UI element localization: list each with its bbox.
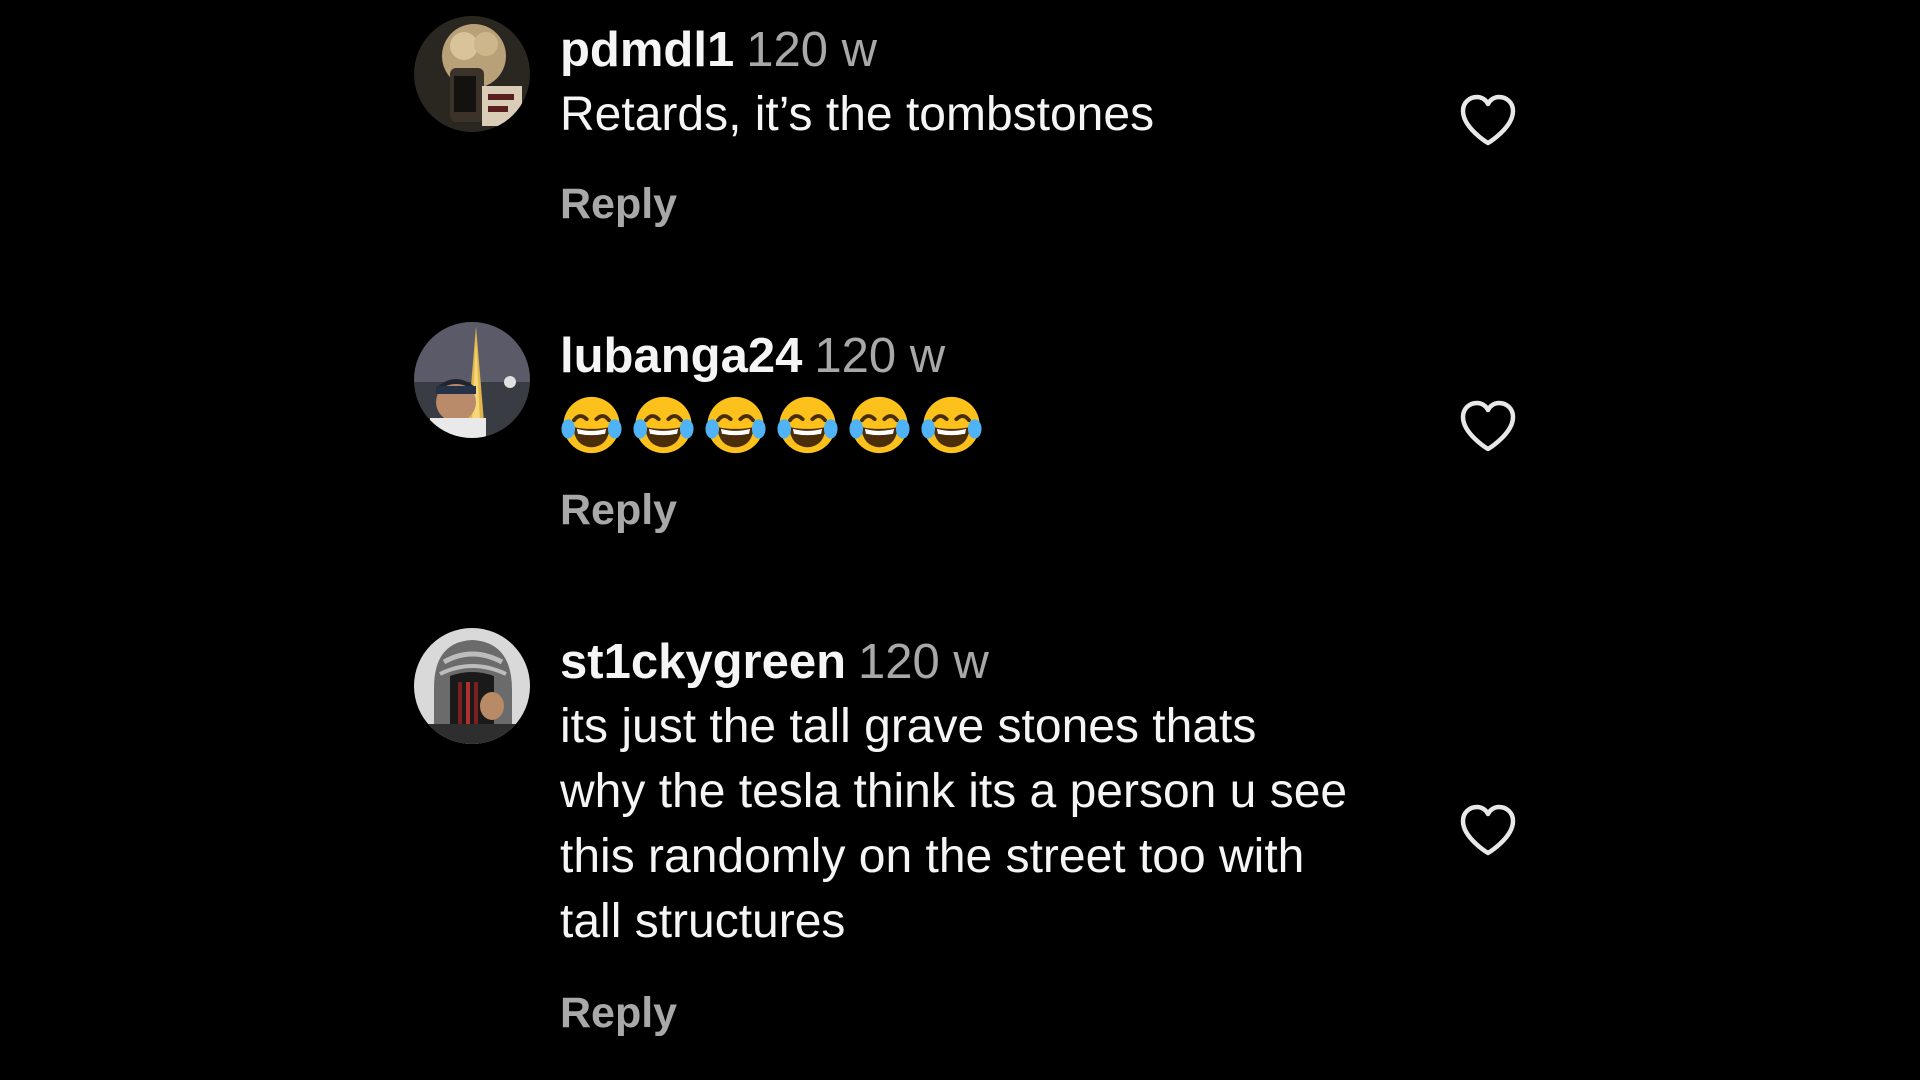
timestamp: 120 w [858, 635, 989, 689]
comment-text: Retards, it’s the tombstones [560, 88, 1155, 141]
comment-header: lubanga24 120 w [560, 328, 1440, 384]
face-with-tears-of-joy-icon [632, 394, 695, 456]
reply-button[interactable]: Reply [560, 486, 677, 535]
face-with-tears-of-joy-icon [848, 394, 911, 456]
username[interactable]: st1ckygreen [560, 635, 846, 689]
comment-text-line: its just the tall grave stones thats [560, 700, 1257, 753]
face-with-tears-of-joy-icon [704, 394, 767, 456]
timestamp: 120 w [746, 23, 877, 77]
timestamp: 120 w [814, 329, 946, 383]
comment-header: st1ckygreen 120 w [560, 634, 1440, 690]
reply-button[interactable]: Reply [560, 180, 677, 229]
reply-button[interactable]: Reply [560, 989, 677, 1038]
face-with-tears-of-joy-icon [560, 394, 623, 456]
face-with-tears-of-joy-icon [776, 394, 839, 456]
comments-feed: pdmdl1 120 w Retards, it’s the tombstones… [0, 0, 1920, 1080]
comment-text: its just the tall grave stones thats why… [560, 694, 1440, 954]
comment-text-line: this randomly on the street too with [560, 830, 1305, 883]
face-with-tears-of-joy-icon [920, 394, 983, 456]
comment-text-line: why the tesla think its a person u see [560, 765, 1348, 818]
heart-outline-icon[interactable] [1458, 92, 1518, 148]
avatar[interactable] [414, 16, 530, 132]
avatar[interactable] [414, 628, 530, 744]
comment-emoji-row [560, 394, 1440, 456]
username[interactable]: lubanga24 [560, 329, 802, 383]
comment-text-line: tall structures [560, 895, 846, 948]
heart-outline-icon[interactable] [1458, 398, 1518, 454]
username[interactable]: pdmdl1 [560, 23, 734, 77]
comment-header: pdmdl1 120 w [560, 22, 1440, 78]
avatar[interactable] [414, 322, 530, 438]
heart-outline-icon[interactable] [1458, 802, 1518, 858]
